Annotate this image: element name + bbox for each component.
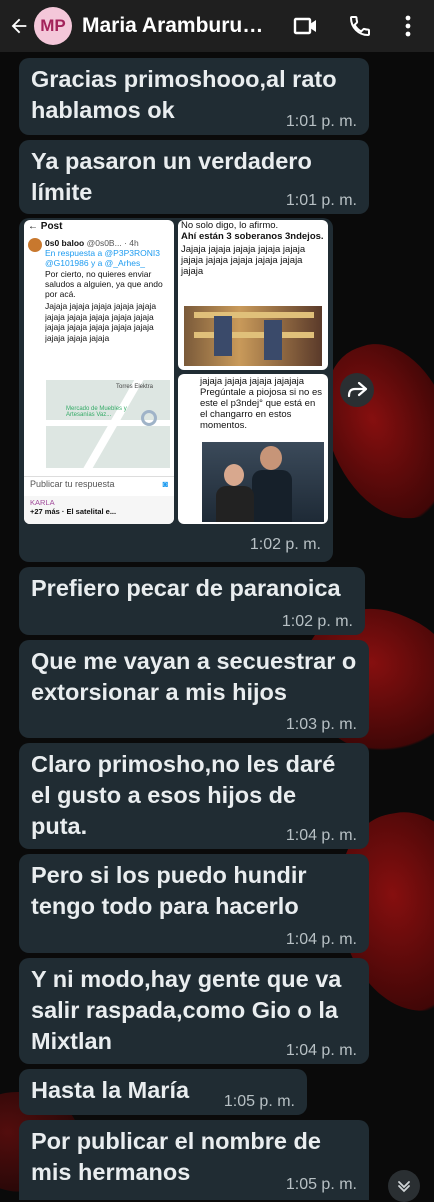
message-time: 1:04 p. m. [285,827,357,844]
avatar [28,238,42,252]
message-bubble[interactable]: Pero si los puedo hundir tengo todo para… [19,854,369,953]
media-message[interactable]: ← Post 0s0 baloo @0s0B... · 4h En respue… [19,218,333,562]
thumb-text: No solo digo, lo afirmo. [181,220,279,231]
thumb-text: jajaja jajaja jajaja jajajaja Pregúntale… [200,376,322,431]
back-arrow-icon: ← [28,221,38,232]
message-time: 1:04 p. m. [285,1042,357,1059]
map-label: Torres Elektra [116,384,154,390]
message-bubble[interactable]: Que me vayan a secuestrar o extorsionar … [19,640,369,738]
post-laughs: Jajaja jajaja jajaja jajaja jajaja jajaj… [45,301,157,343]
chat-header: MP Maria Aramburu… [0,0,434,52]
post-age: · 4h [124,238,139,248]
message-time: 1:05 p. m. [285,1176,357,1193]
message-time: 1:01 p. m. [285,113,357,130]
video-call-icon[interactable] [292,12,320,40]
message-time: 1:02 p. m. [281,613,353,630]
message-time: 1:04 p. m. [285,931,357,948]
message-bubble[interactable]: Gracias primoshooo,al rato hablamos ok 1… [19,58,369,135]
post-handle: @0s0B... [86,238,122,248]
forward-icon[interactable] [340,373,374,407]
photo-image [202,442,324,522]
message-bubble[interactable]: Y ni modo,hay gente que va salir raspada… [19,958,369,1064]
map-label: Mercado de Muebles y Artesanías Vaz... [66,406,127,418]
reply-placeholder: Publicar tu respuesta [30,479,115,489]
message-bubble[interactable]: Claro primosho,no les daré el gusto a es… [19,743,369,849]
message-bubble[interactable]: Ya pasaron un verdadero límite 1:01 p. m… [19,140,369,214]
message-text: Prefiero pecar de paranoica [31,575,341,601]
message-bubble[interactable]: Por publicar el nombre de mis hermanos 1… [19,1120,369,1200]
image-thumbnail[interactable]: jajaja jajaja jajaja jajajaja Pregúntale… [178,374,328,524]
message-bubble[interactable]: Hasta la María 1:05 p. m. [19,1069,307,1115]
thumb-text: Jajaja jajaja jajaja jajaja jajaja jajaj… [181,244,306,277]
contact-name[interactable]: Maria Aramburu… [82,14,282,38]
chevron-down-icon [398,1181,410,1193]
scroll-down-button[interactable] [388,1170,420,1202]
post-author: 0s0 baloo [45,238,85,248]
message-time: 1:01 p. m. [285,192,357,209]
footer-text: +27 más · El satelital e... [30,507,117,516]
message-bubble[interactable]: Prefiero pecar de paranoica 1:02 p. m. [19,567,365,635]
post-header: Post [40,221,63,232]
image-thumbnail-post[interactable]: ← Post 0s0 baloo @0s0B... · 4h En respue… [24,220,174,524]
message-time: 1:02 p. m. [249,536,321,553]
avatar[interactable]: MP [34,7,72,45]
message-text: Pero si los puedo hundir tengo todo para… [31,862,307,919]
thumb-text: Ahí están 3 soberanos 3ndejos. [181,231,324,242]
voice-call-icon[interactable] [346,12,374,40]
message-text: Ya pasaron un verdadero límite [31,148,312,205]
message-time: 1:05 p. m. [223,1093,295,1110]
image-thumbnail[interactable]: No solo digo, lo afirmo. Ahí están 3 sob… [178,220,328,370]
message-time: 1:03 p. m. [285,716,357,733]
back-arrow-icon[interactable] [4,0,34,52]
more-options-icon[interactable] [394,12,422,40]
footer-name: KARLA [30,498,55,507]
message-text: Que me vayan a secuestrar o extorsionar … [31,648,357,705]
post-body: Por cierto, no quieres enviar saludos a … [45,269,163,299]
camera-icon: ◙ [162,479,168,489]
map-image: Torres Elektra Mercado de Muebles y Arte… [46,380,170,468]
post-reply-to: En respuesta a @P3P3RONI3 @G101986 y a @… [45,248,160,268]
photo-image [184,306,322,366]
